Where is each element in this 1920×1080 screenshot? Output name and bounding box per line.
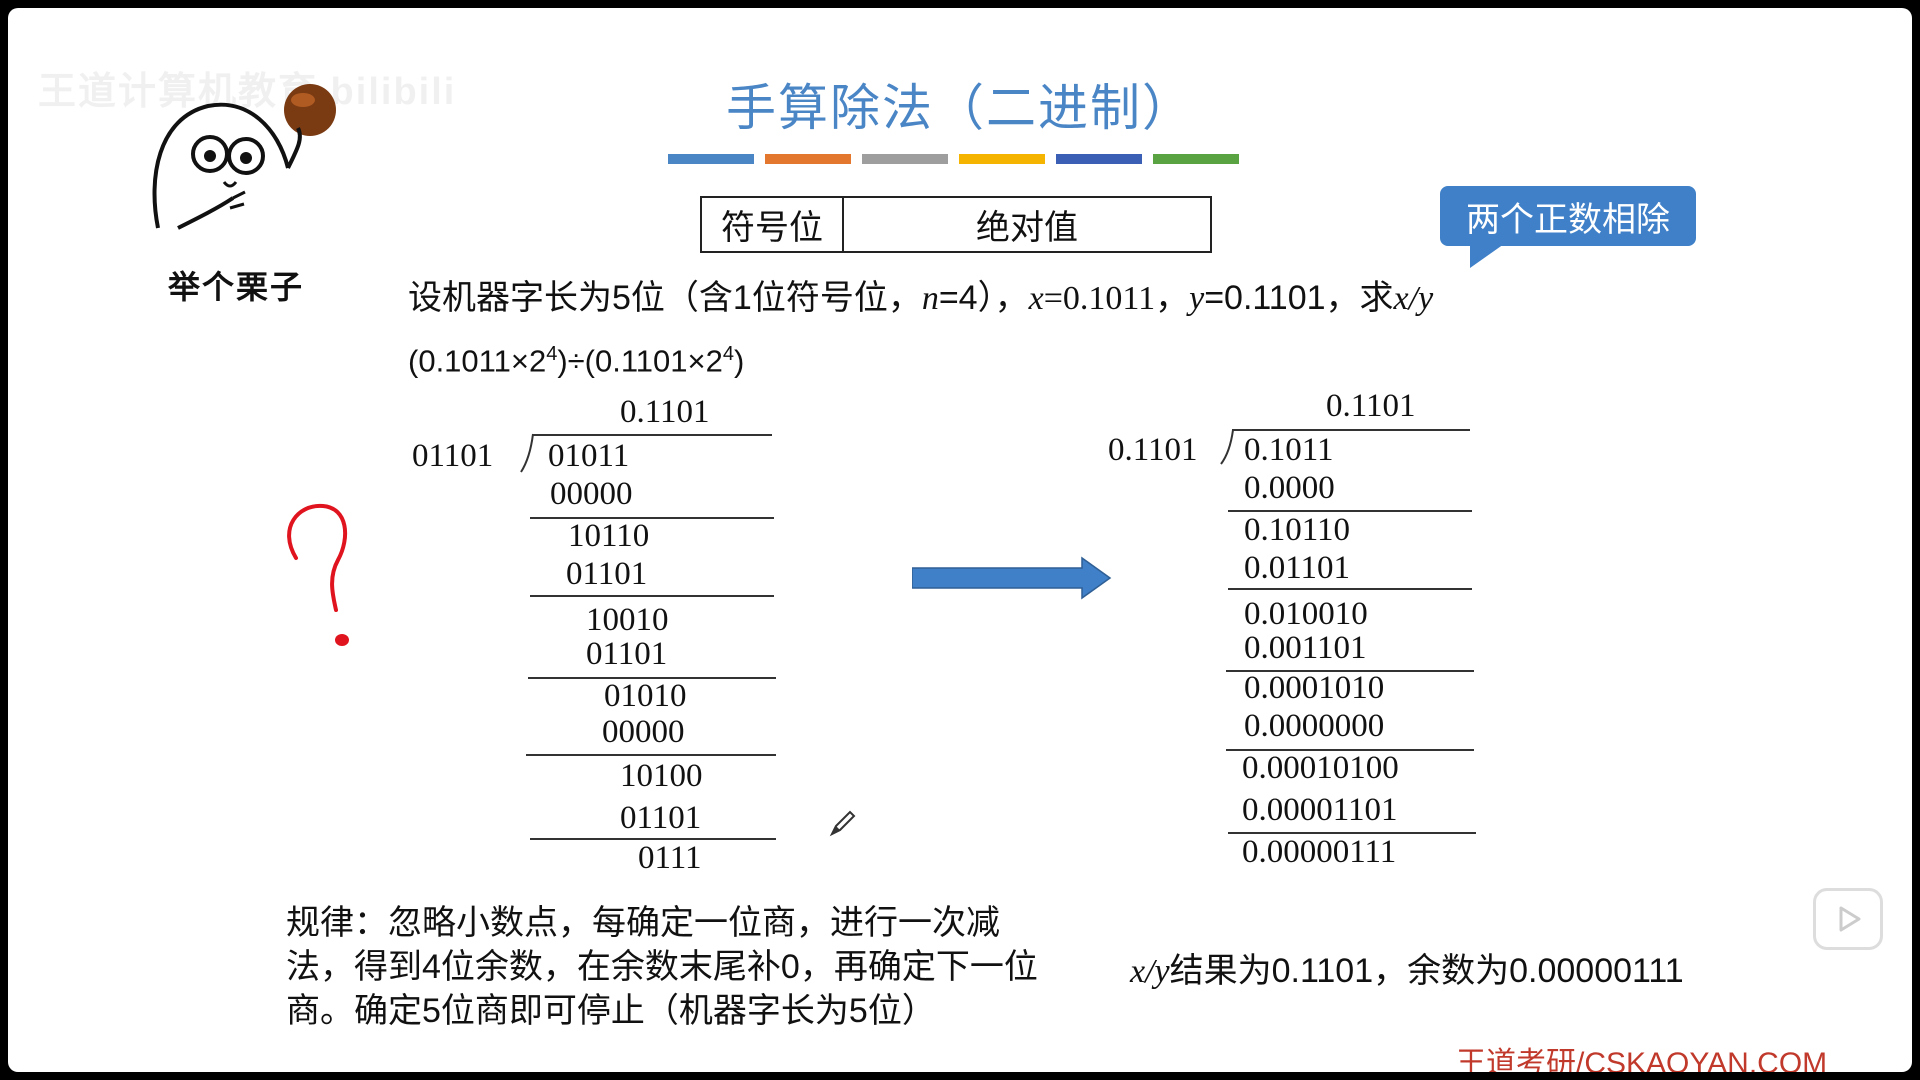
division-bar <box>532 434 772 436</box>
slide: 王道计算机教育 bilibili 举个栗子 手算除法（二进制） 符号位 绝对值 … <box>8 8 1912 1072</box>
division-row: 0.10110 <box>1244 512 1351 548</box>
division-row: 01101 <box>566 556 648 592</box>
sign-magnitude-table: 符号位 绝对值 <box>700 196 1212 253</box>
color-bar-segment <box>668 154 754 164</box>
division-bar <box>1232 429 1470 431</box>
var-xy: x/y <box>1393 280 1434 317</box>
division-row: 0.001101 <box>1244 630 1367 666</box>
divisor: 0.1101 <box>1108 432 1198 468</box>
division-row: 0.0001010 <box>1244 670 1385 706</box>
problem-text: =0.1011， <box>1043 280 1190 317</box>
divisor: 01101 <box>412 438 494 474</box>
division-row: 0.00001101 <box>1242 792 1398 828</box>
color-bar-segment <box>765 154 851 164</box>
division-line <box>526 754 776 756</box>
expr-part: (0.1011×2 <box>408 343 547 379</box>
scaled-expression: (0.1011×24)÷(0.1101×24) <box>408 343 744 379</box>
division-row: 0.010010 <box>1244 596 1368 632</box>
division-row: 01010 <box>604 678 687 714</box>
division-row: 01101 <box>620 800 702 836</box>
problem-text: =0.1101，求 <box>1204 279 1394 317</box>
result-text: 结果为0.1101，余数为0.00000111 <box>1169 952 1684 990</box>
division-row: 00000 <box>602 714 685 750</box>
callout-bubble: 两个正数相除 <box>1440 186 1696 246</box>
division-row: 0.0000000 <box>1244 708 1385 744</box>
problem-text: =4）， <box>938 279 1029 317</box>
pen-cursor-icon <box>829 810 856 837</box>
division-line <box>530 595 774 597</box>
callout-tail <box>1470 244 1504 268</box>
division-row: 00000 <box>550 476 633 512</box>
var-x: x <box>1028 280 1044 317</box>
color-bar-segment <box>1153 154 1239 164</box>
color-bar-segment <box>1056 154 1142 164</box>
problem-statement: 设机器字长为5位（含1位符号位，n=4），x=0.1011，y=0.1101，求… <box>408 270 1433 319</box>
division-row: 0.1011 <box>1244 432 1334 468</box>
color-bar-segment <box>959 154 1045 164</box>
division-row: 10100 <box>620 758 703 794</box>
expr-part: ) <box>733 343 745 379</box>
problem-text: 设机器字长为5位（含1位符号位， <box>408 279 922 317</box>
division-line <box>530 517 774 519</box>
var-xy: x/y <box>1130 953 1170 990</box>
brand-footer: 王道考研/CSKAOYAN.COM <box>1456 1047 1828 1072</box>
division-row: 0.01101 <box>1244 550 1351 586</box>
var-n: n <box>921 280 939 317</box>
result-statement: x/y结果为0.1101，余数为0.00000111 <box>1130 943 1684 992</box>
division-bracket-icon <box>1220 429 1234 465</box>
play-button[interactable] <box>1813 888 1883 950</box>
expr-exponent: 4 <box>546 343 558 365</box>
division-bracket-icon <box>520 433 534 473</box>
quotient: 0.1101 <box>620 394 710 430</box>
var-y: y <box>1189 280 1205 317</box>
division-row: 10110 <box>568 518 650 554</box>
expr-exponent: 4 <box>722 343 734 365</box>
division-row: 01101 <box>586 636 668 672</box>
page-title: 手算除法（二进制） <box>726 80 1194 136</box>
division-row: 0.0000 <box>1244 470 1335 506</box>
division-row: 0.00000111 <box>1242 834 1397 870</box>
division-row: 01011 <box>548 438 630 474</box>
quotient: 0.1101 <box>1326 388 1416 424</box>
right-arrow-icon <box>912 556 1112 600</box>
division-row: 10010 <box>586 602 669 638</box>
color-bar-segment <box>862 154 948 164</box>
question-mark-annotation-icon <box>287 503 349 646</box>
play-icon <box>1839 906 1861 932</box>
division-line <box>1228 588 1472 590</box>
division-row: 0111 <box>638 840 702 876</box>
sign-bit-cell: 符号位 <box>702 198 844 251</box>
rule-explanation: 规律：忽略小数点，每确定一位商，进行一次减法，得到4位余数，在余数末尾补0，再确… <box>286 904 1038 1030</box>
expr-part: )÷(0.1101×2 <box>557 343 723 379</box>
meme-label: 举个栗子 <box>168 269 305 305</box>
absolute-value-cell: 绝对值 <box>976 209 1078 247</box>
title-color-bar <box>668 154 1239 164</box>
division-row: 0.00010100 <box>1242 750 1399 786</box>
